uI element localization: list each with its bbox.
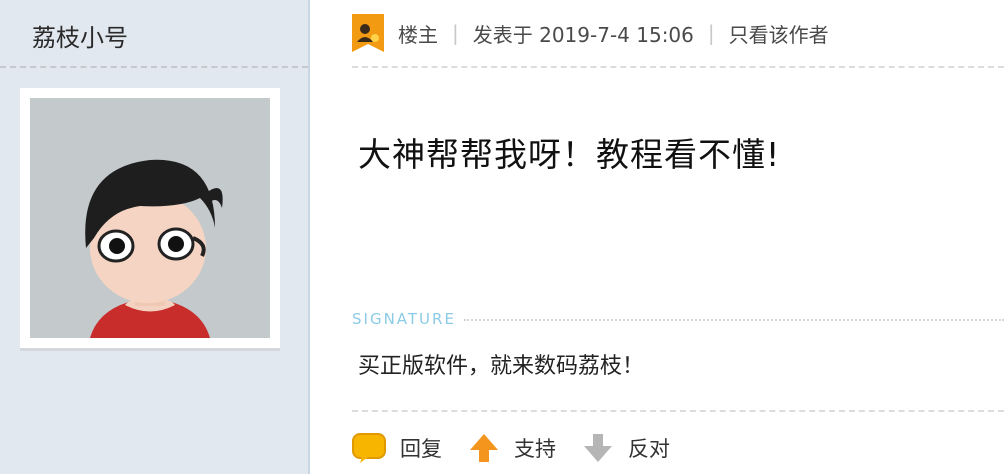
reply-button[interactable]: 回复 [352,432,442,464]
post-timestamp: 发表于 2019-7-4 15:06 [472,22,694,47]
arrow-up-icon [470,434,498,462]
role-label: 楼主 [398,22,438,47]
reply-bubble-icon [352,433,386,463]
avatar-frame[interactable] [20,88,280,348]
signature-label: SIGNATURE [352,310,456,328]
signature-header: SIGNATURE [352,308,1004,330]
louzhu-badge-icon [352,14,384,52]
support-label: 支持 [514,437,556,461]
only-author-link[interactable]: 只看该作者 [729,19,829,48]
cartoon-boy-avatar-icon [30,98,270,338]
reply-label: 回复 [400,437,442,461]
actions-divider [352,410,1004,412]
meta-divider [352,66,1004,68]
post-content: 大神帮帮我呀！教程看不懂! [358,135,781,174]
oppose-button[interactable]: 反对 [582,432,670,464]
signature-text: 买正版软件，就来数码荔枝！ [358,354,645,379]
sidebar-divider [0,66,308,68]
meta-separator: | [452,21,459,45]
avatar[interactable] [30,98,270,338]
post-actions: 回复 支持 反对 [352,428,696,468]
username[interactable]: 荔枝小号 [32,18,128,53]
support-button[interactable]: 支持 [468,432,556,464]
signature-divider [463,319,1004,321]
post-body: 楼主 | 发表于 2019-7-4 15:06 | 只看该作者 大神帮帮我呀！教… [352,0,1004,474]
post-meta: 楼主 | 发表于 2019-7-4 15:06 | 只看该作者 [352,14,829,52]
user-sidebar: 荔枝小号 [0,0,310,474]
oppose-label: 反对 [628,437,670,461]
arrow-down-icon [584,434,612,462]
meta-separator: | [707,21,715,45]
